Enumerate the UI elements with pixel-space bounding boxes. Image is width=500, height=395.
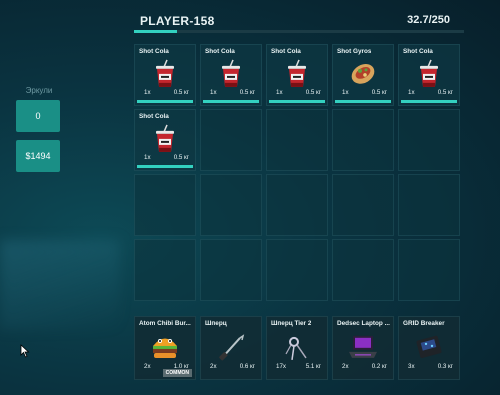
weight-bar-fill: [134, 30, 178, 33]
item-quantity: 1x: [210, 89, 217, 96]
item-name: Shot Cola: [139, 113, 169, 120]
item-durability-strip: [269, 100, 325, 103]
grid-breaker-icon: [413, 332, 445, 367]
item-name: Atom Chibi Bur...: [139, 320, 191, 327]
item-quantity: 1x: [408, 89, 415, 96]
empty-slot[interactable]: [266, 174, 328, 236]
item-name: Shot Cola: [271, 48, 301, 55]
item-durability-strip: [203, 100, 259, 103]
item-weight: 0.5 кг: [173, 154, 189, 161]
empty-slot[interactable]: [134, 239, 196, 301]
item-durability-strip: [137, 165, 193, 168]
item-weight: 0.5 кг: [239, 89, 255, 96]
empty-slot[interactable]: [332, 109, 394, 171]
item-weight: 0.2 кг: [371, 363, 387, 370]
hotbar-slot[interactable]: Шперц 2x 0.6 кг: [200, 316, 262, 380]
hotbar: Atom Chibi Bur... 2x 1.0 кг COMMON Шперц 2x…: [134, 316, 460, 380]
mouse-cursor-icon: [20, 344, 30, 358]
item-name: Шперц Tier 2: [271, 320, 312, 327]
item-quantity: 2x: [210, 363, 217, 370]
item-name: Shot Cola: [139, 48, 169, 55]
currency-panel: Эркули 0 $1494: [16, 86, 62, 180]
item-quantity: 1x: [144, 154, 151, 161]
inventory-slot[interactable]: Shot Cola 1x 0.5 кг: [266, 44, 328, 106]
item-quantity: 2x: [342, 363, 349, 370]
hotbar-slot[interactable]: GRID Breaker 3x 0.3 кг: [398, 316, 460, 380]
weight-bar: [134, 30, 464, 33]
lockpick-icon: [216, 332, 246, 367]
money-button[interactable]: $1494: [16, 140, 60, 172]
item-name: Shot Gyros: [337, 48, 372, 55]
hotbar-slot[interactable]: Atom Chibi Bur... 2x 1.0 кг COMMON: [134, 316, 196, 380]
hotbar-slot[interactable]: Dedsec Laptop ... 2x 0.2 кг: [332, 316, 394, 380]
item-durability-strip: [335, 100, 391, 103]
empty-slot[interactable]: [200, 239, 262, 301]
empty-slot[interactable]: [398, 174, 460, 236]
empty-slot[interactable]: [332, 174, 394, 236]
lockpick-tier2-icon: [282, 332, 312, 367]
item-quantity: 1x: [144, 89, 151, 96]
item-name: Shot Cola: [403, 48, 433, 55]
item-quantity: 3x: [408, 363, 415, 370]
empty-slot[interactable]: [398, 109, 460, 171]
item-quantity: 1x: [276, 89, 283, 96]
empty-slot[interactable]: [134, 174, 196, 236]
hotbar-slot[interactable]: Шперц Tier 2 17x 5.1 кг: [266, 316, 328, 380]
inventory-slot[interactable]: Shot Gyros 1x 0.5 кг: [332, 44, 394, 106]
empty-slot[interactable]: [200, 109, 262, 171]
item-name: Шперц: [205, 320, 227, 327]
item-weight: 0.5 кг: [305, 89, 321, 96]
item-weight: 0.5 кг: [173, 89, 189, 96]
item-weight: 0.6 кг: [239, 363, 255, 370]
currency-label: Эркули: [25, 86, 53, 95]
item-quantity: 17x: [276, 363, 286, 370]
player-name: PLAYER-158: [140, 14, 215, 28]
item-weight: 0.5 кг: [437, 89, 453, 96]
currency-a-button[interactable]: 0: [16, 100, 60, 132]
laptop-icon: [347, 333, 379, 366]
empty-slot[interactable]: [266, 109, 328, 171]
item-quantity: 2x: [144, 363, 151, 370]
carry-weight: 32.7/250: [407, 14, 450, 26]
item-weight: 5.1 кг: [305, 363, 321, 370]
empty-slot[interactable]: [398, 239, 460, 301]
inventory-grid: Shot Cola 1x 0.5 кг Shot Cola 1x 0.5 кг Shot…: [134, 44, 460, 301]
item-quantity: 1x: [342, 89, 349, 96]
item-name: Shot Cola: [205, 48, 235, 55]
rarity-badge: COMMON: [162, 369, 192, 377]
item-weight: 0.5 кг: [371, 89, 387, 96]
empty-slot[interactable]: [200, 174, 262, 236]
inventory-slot[interactable]: Shot Cola 1x 0.5 кг: [398, 44, 460, 106]
inventory-slot[interactable]: Shot Cola 1x 0.5 кг: [200, 44, 262, 106]
item-name: Dedsec Laptop ...: [337, 320, 390, 327]
empty-slot[interactable]: [266, 239, 328, 301]
item-name: GRID Breaker: [403, 320, 445, 327]
item-durability-strip: [401, 100, 457, 103]
background-decoration: [0, 240, 120, 330]
inventory-slot[interactable]: Shot Cola 1x 0.5 кг: [134, 109, 196, 171]
empty-slot[interactable]: [332, 239, 394, 301]
item-durability-strip: [137, 100, 193, 103]
item-weight: 0.3 кг: [437, 363, 453, 370]
inventory-slot[interactable]: Shot Cola 1x 0.5 кг: [134, 44, 196, 106]
